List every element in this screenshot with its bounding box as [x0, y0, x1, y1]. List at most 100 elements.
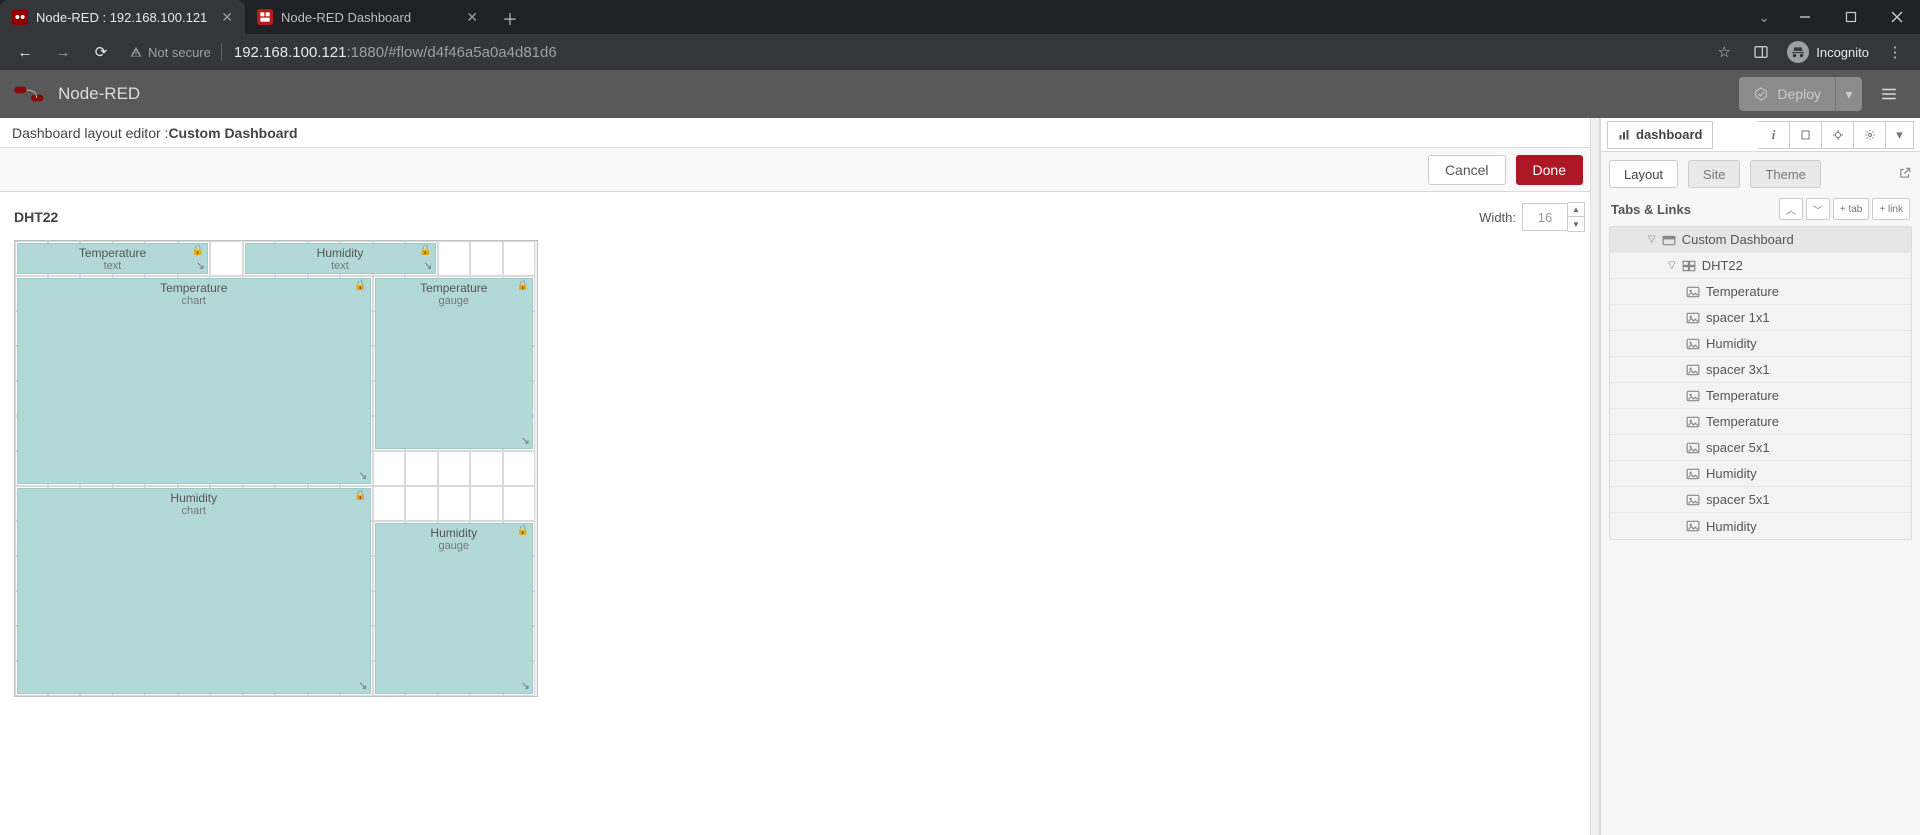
widget-type: text — [246, 260, 435, 272]
url-path: :1880/#flow/d4f46a5a0a4d81d6 — [347, 44, 557, 61]
resize-handle-icon[interactable]: ↘ — [358, 469, 367, 482]
address-field[interactable]: Not secure 192.168.100.121 :1880/#flow/d… — [122, 37, 1703, 67]
warning-icon — [130, 46, 142, 58]
widget-icon — [1686, 364, 1700, 376]
layout-widget[interactable]: 🔒Humiditychart ↘ — [17, 488, 371, 694]
widget-title: Temperature — [376, 279, 533, 295]
browser-addressbar: ← → ⟳ Not secure 192.168.100.121 :1880/#… — [0, 34, 1920, 70]
tree-group-row[interactable]: ▽ DHT22 — [1610, 253, 1911, 279]
subtab-layout[interactable]: Layout — [1609, 160, 1678, 188]
cancel-button[interactable]: Cancel — [1428, 155, 1506, 185]
sidebar-debug-button[interactable] — [1822, 121, 1854, 149]
chevron-down-icon[interactable]: ▽ — [1668, 260, 1676, 271]
nav-forward-button[interactable]: → — [46, 37, 80, 67]
new-tab-button[interactable]: ＋ — [496, 4, 524, 32]
expand-all-button[interactable]: ﹀ — [1806, 198, 1830, 220]
add-tab-button[interactable]: + tab — [1833, 198, 1870, 220]
dashboard-tree: ▽ Custom Dashboard ▽ DHT22 Temperaturesp… — [1609, 226, 1912, 540]
main-menu-button[interactable] — [1872, 77, 1906, 111]
widget-title: Temperature — [18, 279, 370, 295]
tab-overflow-icon[interactable]: ⌄ — [1750, 9, 1778, 26]
open-dashboard-icon[interactable] — [1898, 166, 1912, 183]
tree-widget-row[interactable]: Humidity — [1610, 461, 1911, 487]
lock-icon: 🔒 — [192, 245, 204, 256]
lock-icon: 🔒 — [354, 490, 366, 501]
tree-widget-row[interactable]: Temperature — [1610, 383, 1911, 409]
subtab-site[interactable]: Site — [1688, 160, 1740, 188]
close-tab-icon[interactable]: ✕ — [221, 9, 233, 26]
widget-type: gauge — [376, 540, 533, 552]
resize-handle-icon[interactable]: ↘ — [521, 679, 530, 692]
layout-grid[interactable]: 🔒Temperaturetext↘🔒Humiditytext↘🔒Temperat… — [14, 240, 538, 697]
sidebar-info-button[interactable]: i — [1758, 121, 1790, 149]
window-maximize-button[interactable] — [1828, 0, 1874, 34]
sidebar-help-button[interactable] — [1790, 121, 1822, 149]
tabs-links-header: Tabs & Links ︿ ﹀ + tab + link — [1611, 198, 1910, 220]
deploy-dropdown[interactable]: ▾ — [1836, 77, 1862, 111]
close-tab-icon[interactable]: ✕ — [466, 9, 478, 26]
layout-widget[interactable]: 🔒Temperaturegauge↘ — [375, 278, 534, 449]
window-minimize-button[interactable] — [1782, 0, 1828, 34]
widget-title: Humidity — [376, 524, 533, 540]
browser-titlebar: Node-RED : 192.168.100.121 ✕ Node-RED Da… — [0, 0, 1920, 34]
resize-handle-icon[interactable]: ↘ — [423, 259, 432, 272]
layout-widget[interactable]: 🔒Humiditygauge↘ — [375, 523, 534, 694]
panel-icon[interactable] — [1744, 37, 1778, 67]
tree-item-label: Humidity — [1706, 519, 1757, 534]
subtab-theme[interactable]: Theme — [1750, 160, 1820, 188]
editor-title-name: Custom Dashboard — [168, 125, 297, 141]
incognito-badge[interactable]: Incognito — [1781, 41, 1875, 63]
dashboard-subtabs: Layout Site Theme — [1609, 160, 1912, 188]
nodered-favicon-icon — [12, 9, 28, 25]
tree-widget-row[interactable]: spacer 1x1 — [1610, 305, 1911, 331]
chevron-down-icon[interactable]: ▽ — [1648, 234, 1656, 245]
app-name: Node-RED — [58, 84, 140, 104]
window-close-button[interactable] — [1874, 0, 1920, 34]
layout-widget[interactable]: 🔒Temperaturechart↘ — [17, 278, 371, 484]
done-button[interactable]: Done — [1516, 155, 1583, 185]
resize-handle-icon[interactable]: ↘ — [196, 259, 205, 272]
bookmark-icon[interactable]: ☆ — [1707, 37, 1741, 67]
widget-title: Humidity — [18, 489, 370, 505]
incognito-icon — [1787, 41, 1809, 63]
deploy-button[interactable]: Deploy ▾ — [1739, 77, 1862, 111]
tree-widget-row[interactable]: Humidity — [1610, 331, 1911, 357]
browser-tab-title: Node-RED Dashboard — [281, 10, 411, 25]
browser-tab-active[interactable]: Node-RED : 192.168.100.121 ✕ — [0, 0, 245, 34]
tree-tab-row[interactable]: ▽ Custom Dashboard — [1610, 227, 1911, 253]
sidebar-tab-dashboard[interactable]: dashboard — [1607, 121, 1713, 149]
security-label: Not secure — [148, 45, 211, 60]
sidebar-tab-label: dashboard — [1636, 127, 1702, 142]
width-down-icon[interactable]: ▼ — [1568, 217, 1584, 231]
widget-icon — [1686, 338, 1700, 350]
sidebar-config-button[interactable] — [1854, 121, 1886, 149]
widget-icon — [1686, 416, 1700, 428]
layout-widget[interactable]: 🔒Humiditytext↘ — [245, 243, 436, 274]
tree-widget-row[interactable]: spacer 5x1 — [1610, 487, 1911, 513]
tree-widget-row[interactable]: Temperature — [1610, 279, 1911, 305]
browser-menu-icon[interactable]: ⋮ — [1878, 37, 1912, 67]
layout-widget[interactable]: 🔒Temperaturetext↘ — [17, 243, 208, 274]
resize-handle-icon[interactable]: ↘ — [358, 679, 367, 692]
barchart-icon — [1618, 129, 1630, 141]
tree-item-label: Humidity — [1706, 466, 1757, 481]
nav-back-button[interactable]: ← — [8, 37, 42, 67]
width-field[interactable]: 16 — [1522, 203, 1568, 231]
tabs-links-title: Tabs & Links — [1611, 202, 1691, 217]
sidebar: dashboard i ▾ Layout Site Theme Tabs & L… — [1600, 118, 1920, 835]
width-up-icon[interactable]: ▲ — [1568, 203, 1584, 217]
tree-widget-row[interactable]: Temperature — [1610, 409, 1911, 435]
width-spinner[interactable]: ▲▼ — [1568, 202, 1585, 232]
nav-reload-button[interactable]: ⟳ — [84, 37, 118, 67]
collapse-all-button[interactable]: ︿ — [1779, 198, 1803, 220]
tree-widget-row[interactable]: Humidity — [1610, 513, 1911, 539]
sidebar-more-button[interactable]: ▾ — [1886, 121, 1914, 149]
tree-widget-row[interactable]: spacer 5x1 — [1610, 435, 1911, 461]
widget-type: chart — [18, 505, 370, 517]
tree-widget-row[interactable]: spacer 3x1 — [1610, 357, 1911, 383]
add-link-button[interactable]: + link — [1872, 198, 1910, 220]
group-icon — [1682, 260, 1696, 272]
browser-tab[interactable]: Node-RED Dashboard ✕ — [245, 0, 490, 34]
resize-handle-icon[interactable]: ↘ — [521, 434, 530, 447]
widget-icon — [1686, 520, 1700, 532]
